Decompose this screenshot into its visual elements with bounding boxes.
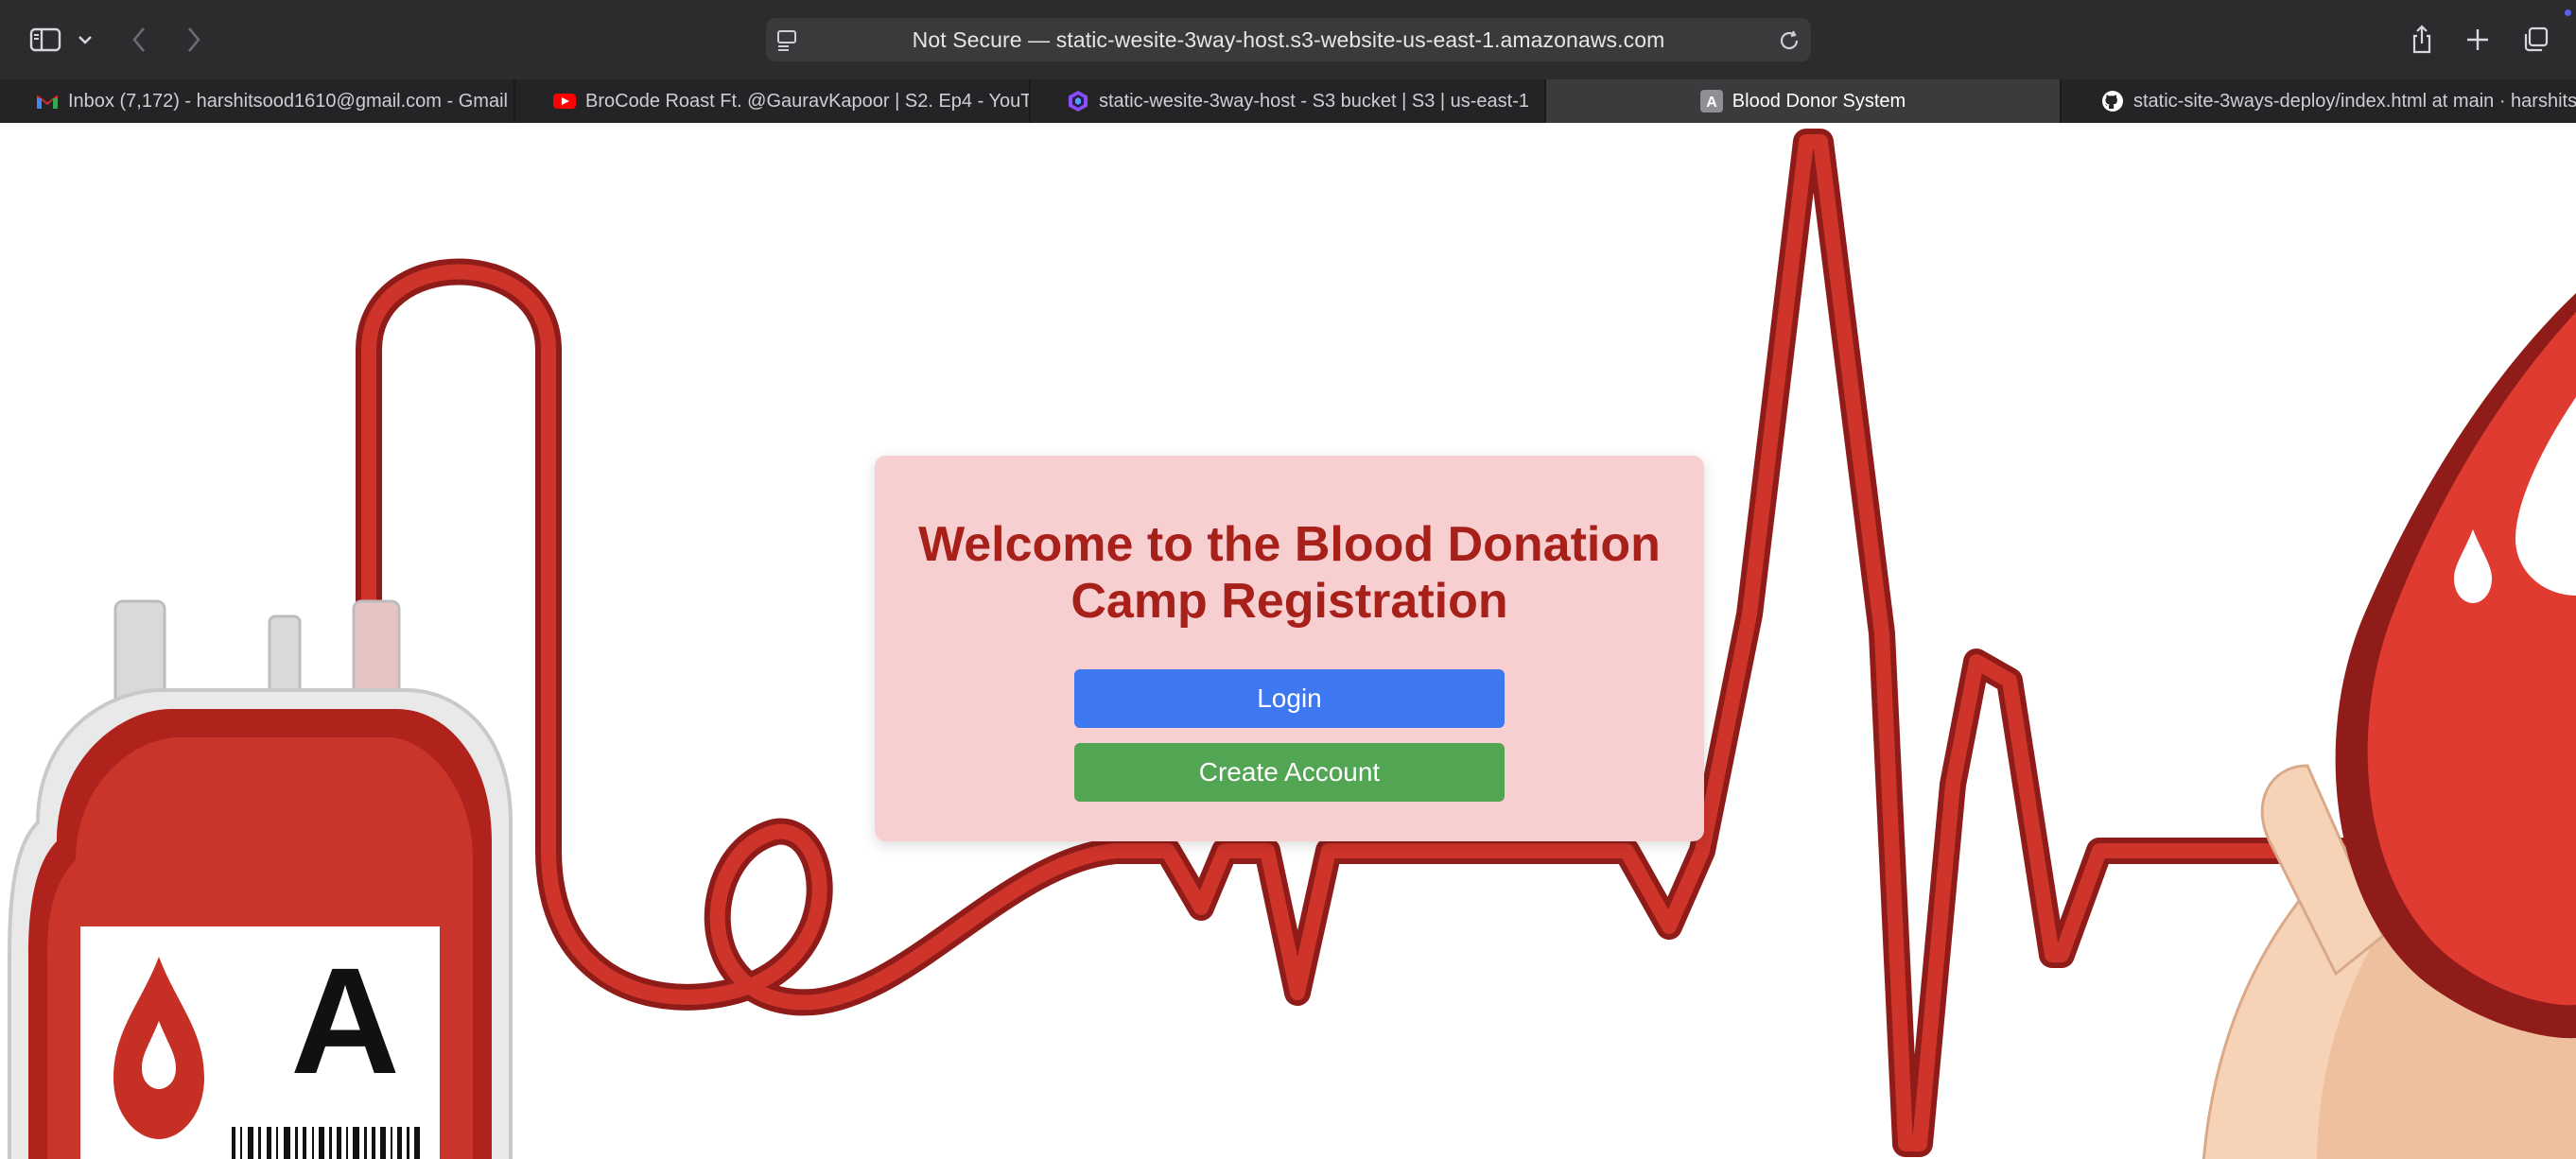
back-icon[interactable] xyxy=(128,21,150,59)
sidebar-toggle-icon[interactable] xyxy=(26,21,64,59)
url-text: Not Secure — static-wesite-3way-host.s3-… xyxy=(912,26,1665,52)
address-bar[interactable]: Not Secure — static-wesite-3way-host.s3-… xyxy=(766,18,1811,61)
tab-label: static-site-3ways-deploy/index.html at m… xyxy=(2133,90,2576,112)
gmail-icon xyxy=(36,90,59,112)
tab-label: Blood Donor System xyxy=(1732,90,1906,112)
share-icon[interactable] xyxy=(2408,21,2436,59)
tab-strip: Inbox (7,172) - harshitsood1610@gmail.co… xyxy=(0,79,2576,123)
aws-s3-icon xyxy=(1067,90,1089,112)
tab-s3-bucket[interactable]: static-wesite-3way-host - S3 bucket | S3… xyxy=(1031,79,1546,123)
tab-blood-donor-system[interactable]: A Blood Donor System xyxy=(1546,79,2062,123)
hand-holding-drop xyxy=(2202,293,2576,1159)
tab-overview-icon[interactable] xyxy=(2519,21,2551,59)
tab-label: Inbox (7,172) - harshitsood1610@gmail.co… xyxy=(68,90,508,112)
page-content: A Welcome to the Blood Donation Camp Reg… xyxy=(0,123,2576,1159)
page-title: Welcome to the Blood Donation Camp Regis… xyxy=(918,517,1661,629)
forward-icon[interactable] xyxy=(183,21,205,59)
reload-icon[interactable] xyxy=(1777,28,1801,58)
new-tab-icon[interactable] xyxy=(2463,21,2492,59)
create-account-button[interactable]: Create Account xyxy=(1074,743,1505,802)
tab-github[interactable]: static-site-3ways-deploy/index.html at m… xyxy=(2062,79,2576,123)
tab-label: static-wesite-3way-host - S3 bucket | S3… xyxy=(1099,90,1530,112)
welcome-card: Welcome to the Blood Donation Camp Regis… xyxy=(875,456,1704,841)
tab-gmail[interactable]: Inbox (7,172) - harshitsood1610@gmail.co… xyxy=(0,79,515,123)
letter-a-icon: A xyxy=(1699,90,1723,112)
browser-toolbar: Not Secure — static-wesite-3way-host.s3-… xyxy=(0,0,2576,80)
blood-type-letter: A xyxy=(290,936,400,1105)
login-button[interactable]: Login xyxy=(1074,669,1505,728)
tab-label: BroCode Roast Ft. @GauravKapoor | S2. Ep… xyxy=(585,90,1031,112)
youtube-icon xyxy=(553,90,576,112)
chevron-down-icon[interactable] xyxy=(76,21,95,59)
github-icon xyxy=(2101,90,2124,112)
notification-dot xyxy=(2565,9,2571,16)
tab-youtube[interactable]: BroCode Roast Ft. @GauravKapoor | S2. Ep… xyxy=(515,79,1031,123)
blood-bag: A xyxy=(8,599,513,1159)
svg-text:A: A xyxy=(1706,95,1717,111)
